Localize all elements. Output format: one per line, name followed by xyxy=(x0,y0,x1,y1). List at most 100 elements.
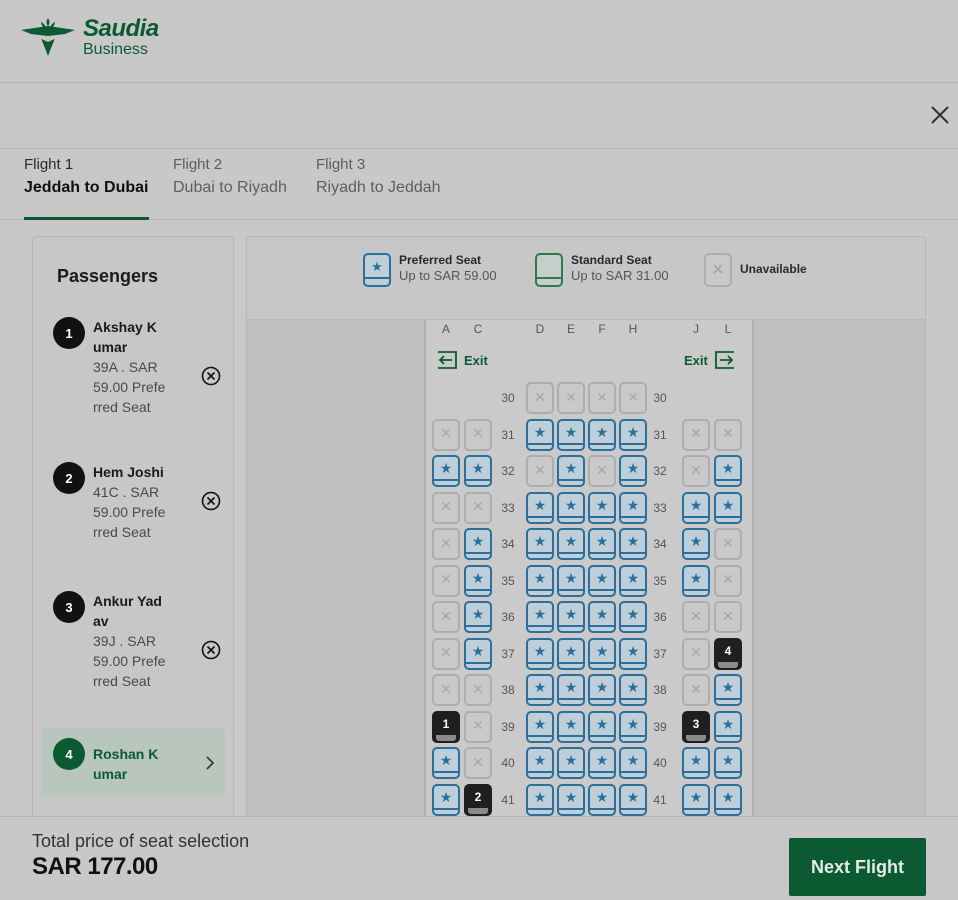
column-header-h: H xyxy=(628,322,638,336)
seat-preferred-38e[interactable]: ★ xyxy=(557,674,585,706)
seat-preferred-33l[interactable]: ★ xyxy=(714,491,742,524)
star-icon: ★ xyxy=(564,496,578,513)
x-icon: ✕ xyxy=(440,498,452,514)
seat-preferred-33h[interactable]: ★ xyxy=(619,491,647,524)
seat-preferred-40a[interactable]: ★ xyxy=(432,747,460,779)
passenger-item[interactable]: 3 Ankur Yad av 39J . SAR 59.00 Preferred… xyxy=(53,591,225,711)
tab-flight-2[interactable]: Flight 2 Dubai to Riyadh xyxy=(173,156,298,220)
seat-preferred-40d[interactable]: ★ xyxy=(526,747,554,779)
seat-unavailable-34a: ✕ xyxy=(432,528,460,560)
star-icon: ★ xyxy=(595,642,609,659)
seat-preferred-37d[interactable]: ★ xyxy=(526,637,554,670)
seat-preferred-35h[interactable]: ★ xyxy=(619,564,647,597)
tab-flight-1[interactable]: Flight 1 Jeddah to Dubai xyxy=(24,156,149,220)
seat-preferred-32a[interactable]: ★ xyxy=(432,455,460,487)
passenger-item[interactable]: 1 Akshay K umar 39A . SAR 59.00 Preferre… xyxy=(53,317,225,437)
seat-preferred-38d[interactable]: ★ xyxy=(526,674,554,706)
seat-preferred-41e[interactable]: ★ xyxy=(557,783,585,816)
seat-preferred-31e[interactable]: ★ xyxy=(557,418,585,451)
seat-preferred-39h[interactable]: ★ xyxy=(619,710,647,743)
seat-preferred-32l[interactable]: ★ xyxy=(714,455,742,487)
seat-preferred-33j[interactable]: ★ xyxy=(682,491,710,524)
seat-preferred-36e[interactable]: ★ xyxy=(557,601,585,633)
seat-preferred-33e[interactable]: ★ xyxy=(557,491,585,524)
seat-preferred-40h[interactable]: ★ xyxy=(619,747,647,779)
seat-preferred-40j[interactable]: ★ xyxy=(682,747,710,779)
seat-preferred-31h[interactable]: ★ xyxy=(619,418,647,451)
seat-preferred-35j[interactable]: ★ xyxy=(682,564,710,597)
seat-selected-39j[interactable]: 3 xyxy=(682,710,710,743)
seat-preferred-38h[interactable]: ★ xyxy=(619,674,647,706)
x-icon: ✕ xyxy=(534,388,546,405)
seat-unavailable-40c: ✕ xyxy=(464,747,492,779)
star-icon: ★ xyxy=(471,642,485,659)
seat-preferred-39l[interactable]: ★ xyxy=(714,710,742,743)
seat-preferred-31f[interactable]: ★ xyxy=(588,418,616,451)
legend-preferred: ★ Preferred Seat Up to SAR 59.00 xyxy=(363,253,497,287)
seat-preferred-34h[interactable]: ★ xyxy=(619,528,647,560)
seat-preferred-41f[interactable]: ★ xyxy=(588,783,616,816)
seat-preferred-39e[interactable]: ★ xyxy=(557,710,585,743)
seat-preferred-39f[interactable]: ★ xyxy=(588,710,616,743)
seat-preferred-37h[interactable]: ★ xyxy=(619,637,647,670)
seat-preferred-41l[interactable]: ★ xyxy=(714,783,742,816)
seat-preferred-40f[interactable]: ★ xyxy=(588,747,616,779)
seat-preferred-35c[interactable]: ★ xyxy=(464,564,492,597)
seat-preferred-38f[interactable]: ★ xyxy=(588,674,616,706)
row-number: 38 xyxy=(501,683,515,697)
seat-preferred-39d[interactable]: ★ xyxy=(526,710,554,743)
next-flight-button[interactable]: Next Flight xyxy=(789,838,926,896)
passenger-item[interactable]: 2 Hem Joshi 41C . SAR 59.00 Preferred Se… xyxy=(53,462,225,572)
seat-preferred-35e[interactable]: ★ xyxy=(557,564,585,597)
star-icon: ★ xyxy=(533,788,547,805)
star-icon: ★ xyxy=(533,533,547,549)
seat-preferred-41h[interactable]: ★ xyxy=(619,783,647,816)
star-icon: ★ xyxy=(533,423,547,440)
seat-preferred-34c[interactable]: ★ xyxy=(464,528,492,560)
seat-preferred-41a[interactable]: ★ xyxy=(432,783,460,816)
seat-preferred-32e[interactable]: ★ xyxy=(557,455,585,487)
seat-preferred-32h[interactable]: ★ xyxy=(619,455,647,487)
seat-selected-39a[interactable]: 1 xyxy=(432,710,460,743)
seat-selected-41c[interactable]: 2 xyxy=(464,783,492,816)
star-icon: ★ xyxy=(564,606,578,622)
saudia-logo[interactable]: Saudia Business xyxy=(19,16,159,58)
star-icon: ★ xyxy=(564,423,578,440)
remove-passenger-icon[interactable] xyxy=(201,491,221,511)
seat-preferred-34d[interactable]: ★ xyxy=(526,528,554,560)
seat-unavailable-36j: ✕ xyxy=(682,601,710,633)
remove-passenger-icon[interactable] xyxy=(201,366,221,386)
seat-preferred-37f[interactable]: ★ xyxy=(588,637,616,670)
seat-preferred-41j[interactable]: ★ xyxy=(682,783,710,816)
seat-preferred-31d[interactable]: ★ xyxy=(526,418,554,451)
seat-selected-37l[interactable]: 4 xyxy=(714,637,742,670)
seat-preferred-35f[interactable]: ★ xyxy=(588,564,616,597)
seat-preferred-32c[interactable]: ★ xyxy=(464,455,492,487)
seat-preferred-37e[interactable]: ★ xyxy=(557,637,585,670)
x-icon: ✕ xyxy=(440,644,452,660)
seat-preferred-40e[interactable]: ★ xyxy=(557,747,585,779)
seat-preferred-36d[interactable]: ★ xyxy=(526,601,554,633)
seat-preferred-41d[interactable]: ★ xyxy=(526,783,554,816)
seat-preferred-34e[interactable]: ★ xyxy=(557,528,585,560)
seat-preferred-33f[interactable]: ★ xyxy=(588,491,616,524)
remove-passenger-icon[interactable] xyxy=(201,640,221,660)
seat-preferred-36f[interactable]: ★ xyxy=(588,601,616,633)
brand-name: Saudia xyxy=(83,14,159,42)
seat-preferred-35d[interactable]: ★ xyxy=(526,564,554,597)
star-icon: ★ xyxy=(721,715,735,732)
seat-preferred-34j[interactable]: ★ xyxy=(682,528,710,560)
column-header-c: C xyxy=(473,322,483,336)
seat-preferred-36c[interactable]: ★ xyxy=(464,601,492,633)
seat-preferred-33d[interactable]: ★ xyxy=(526,491,554,524)
passenger-item-current[interactable]: 4 Roshan K umar xyxy=(41,728,225,796)
close-icon[interactable] xyxy=(928,103,952,127)
seat-preferred-38l[interactable]: ★ xyxy=(714,674,742,706)
tab-flight-3[interactable]: Flight 3 Riyadh to Jeddah xyxy=(316,156,456,220)
column-header-a: A xyxy=(441,322,450,336)
x-icon: ✕ xyxy=(440,607,452,624)
seat-preferred-36h[interactable]: ★ xyxy=(619,601,647,633)
seat-preferred-37c[interactable]: ★ xyxy=(464,637,492,670)
seat-preferred-34f[interactable]: ★ xyxy=(588,528,616,560)
seat-preferred-40l[interactable]: ★ xyxy=(714,747,742,779)
